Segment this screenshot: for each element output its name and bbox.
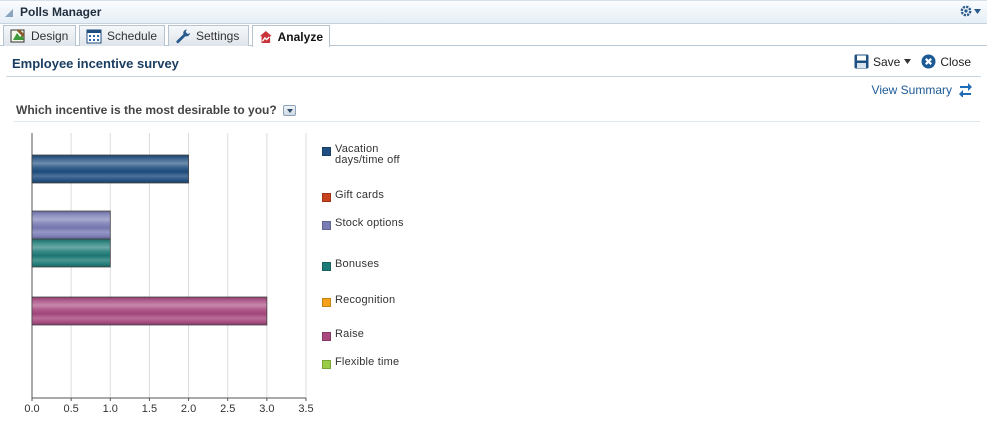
- question-row: Which incentive is the most desirable to…: [16, 103, 296, 117]
- chevron-down-icon: [904, 59, 912, 64]
- bar-raise[interactable]: [31, 296, 268, 326]
- legend-item[interactable]: Recognition: [322, 295, 405, 307]
- question-divider: [14, 121, 980, 122]
- close-label: Close: [940, 54, 971, 69]
- tab-label: Settings: [196, 29, 240, 43]
- save-button[interactable]: Save: [854, 54, 912, 69]
- legend-label: Flexible time: [335, 356, 400, 368]
- x-tick-label: 3.0: [259, 403, 274, 415]
- close-button[interactable]: Close: [921, 54, 971, 69]
- tab-schedule[interactable]: Schedule: [79, 25, 165, 46]
- view-summary-link[interactable]: View Summary: [872, 82, 973, 97]
- x-tick-label: 2.5: [220, 403, 235, 415]
- bar-stock-options[interactable]: [31, 210, 111, 240]
- legend-label: Recognition: [335, 294, 396, 306]
- legend-item[interactable]: Raise: [322, 329, 405, 341]
- legend-label: Stock options: [335, 217, 404, 229]
- legend-label: Gift cards: [335, 189, 385, 201]
- x-tick-label: 1.5: [142, 403, 157, 415]
- legend-swatch: [322, 147, 331, 156]
- collapse-icon[interactable]: [5, 9, 13, 17]
- question-text: Which incentive is the most desirable to…: [16, 103, 277, 117]
- legend-label: Raise: [335, 328, 365, 340]
- tab-label: Analyze: [277, 29, 323, 44]
- x-tick-label: 2.0: [181, 403, 196, 415]
- legend-swatch: [322, 332, 331, 341]
- legend-item[interactable]: Gift cards: [322, 190, 405, 202]
- close-icon: [921, 54, 936, 69]
- bar-chart: 0.0 0.5 1.0 1.5 2.0 2.5 3.0 3.5: [24, 133, 314, 415]
- tab-analyze[interactable]: Analyze: [252, 25, 330, 47]
- tab-label: Design: [31, 29, 69, 43]
- panel-title: Polls Manager: [20, 5, 102, 19]
- design-icon: [10, 29, 25, 43]
- tab-strip: Design Schedule Settings Analyze: [0, 24, 987, 47]
- wrench-icon: [176, 29, 190, 44]
- tab-design[interactable]: Design: [3, 25, 76, 46]
- survey-title: Employee incentive survey: [12, 56, 179, 71]
- legend-swatch: [322, 262, 331, 271]
- legend-item[interactable]: Flexible time: [322, 357, 405, 369]
- header-actions: Save Close: [854, 54, 971, 69]
- save-label: Save: [872, 54, 901, 69]
- legend-swatch: [322, 221, 331, 230]
- bar-vacation-days-time-off[interactable]: [31, 154, 189, 184]
- view-summary-label: View Summary: [871, 82, 952, 97]
- calendar-icon: [86, 29, 102, 44]
- bar-bonuses[interactable]: [31, 238, 111, 268]
- legend-label: Bonuses: [335, 258, 380, 270]
- legend-swatch: [322, 193, 331, 202]
- tab-settings[interactable]: Settings: [168, 25, 249, 46]
- legend-item[interactable]: Vacation days/time off: [322, 144, 405, 166]
- header-divider: [6, 76, 981, 77]
- x-tick-label: 0.0: [24, 403, 39, 415]
- legend-label: Vacation days/time off: [335, 143, 400, 166]
- analyze-icon: [259, 30, 272, 43]
- x-tick-label: 0.5: [63, 403, 78, 415]
- legend-swatch: [322, 298, 331, 307]
- gear-menu-button[interactable]: [959, 4, 981, 18]
- x-tick-label: 3.5: [298, 403, 313, 415]
- x-tick-label: 1.0: [103, 403, 118, 415]
- legend-item[interactable]: Stock options: [322, 218, 405, 230]
- gear-icon: [960, 5, 972, 17]
- question-dropdown-button[interactable]: [282, 104, 296, 116]
- swap-icon: [959, 83, 972, 97]
- tab-label: Schedule: [107, 29, 158, 43]
- legend-item[interactable]: Bonuses: [322, 259, 405, 271]
- legend-swatch: [322, 360, 331, 369]
- panel-titlebar: Polls Manager: [0, 0, 987, 24]
- chevron-down-icon: [974, 8, 981, 14]
- save-icon: [854, 54, 869, 69]
